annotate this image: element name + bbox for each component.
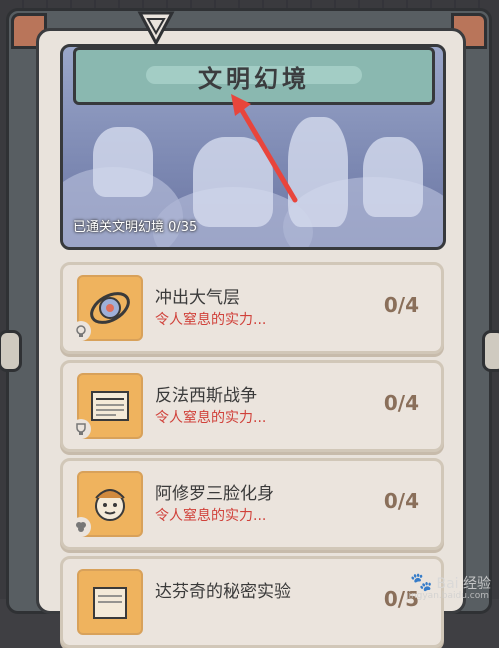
card-title: 阿修罗三脸化身 bbox=[155, 484, 274, 504]
card-progress-count: 0/4 bbox=[383, 489, 419, 513]
side-knob bbox=[482, 330, 499, 372]
statue-silhouette bbox=[363, 137, 423, 217]
list-item[interactable]: 冲出大气层 令人窒息的实力... 0/4 bbox=[60, 262, 444, 354]
statue-silhouette bbox=[93, 127, 153, 197]
annotation-arrow-icon bbox=[231, 94, 298, 203]
card-description: 令人窒息的实力... bbox=[155, 312, 267, 328]
card-description: 令人窒息的实力... bbox=[155, 410, 267, 426]
card-description: 令人窒息的实力... bbox=[155, 508, 267, 524]
side-knob bbox=[0, 330, 22, 372]
card-progress-count: 0/4 bbox=[383, 391, 419, 415]
clover-icon bbox=[71, 517, 91, 537]
card-title: 达芬奇的秘密实验 bbox=[155, 582, 291, 602]
banner-title: 文明幻境 bbox=[198, 64, 310, 93]
watermark-text: Bai 经验 bbox=[436, 575, 491, 592]
baidu-watermark: 🐾 Bai 经验 bbox=[410, 572, 491, 593]
list-item[interactable]: 阿修罗三脸化身 令人窒息的实力... 0/4 bbox=[60, 458, 444, 550]
card-title: 反法西斯战争 bbox=[155, 386, 257, 406]
paw-logo-icon: 🐾 bbox=[410, 572, 433, 593]
card-title: 冲出大气层 bbox=[155, 288, 240, 308]
card-progress-count: 0/4 bbox=[383, 293, 419, 317]
list-item[interactable]: 反法西斯战争 令人窒息的实力... 0/4 bbox=[60, 360, 444, 452]
trophy-icon bbox=[71, 419, 91, 439]
watermark-subtext: jingyan.baidu.com bbox=[405, 591, 489, 601]
banner-progress-text: 已通关文明幻境 0/35 bbox=[73, 220, 198, 235]
bulb-icon bbox=[71, 321, 91, 341]
scroll-icon bbox=[77, 569, 143, 635]
list-item[interactable]: 达芬奇的秘密实验 0/5 bbox=[60, 556, 444, 648]
triangle-emblem-icon bbox=[135, 6, 177, 48]
